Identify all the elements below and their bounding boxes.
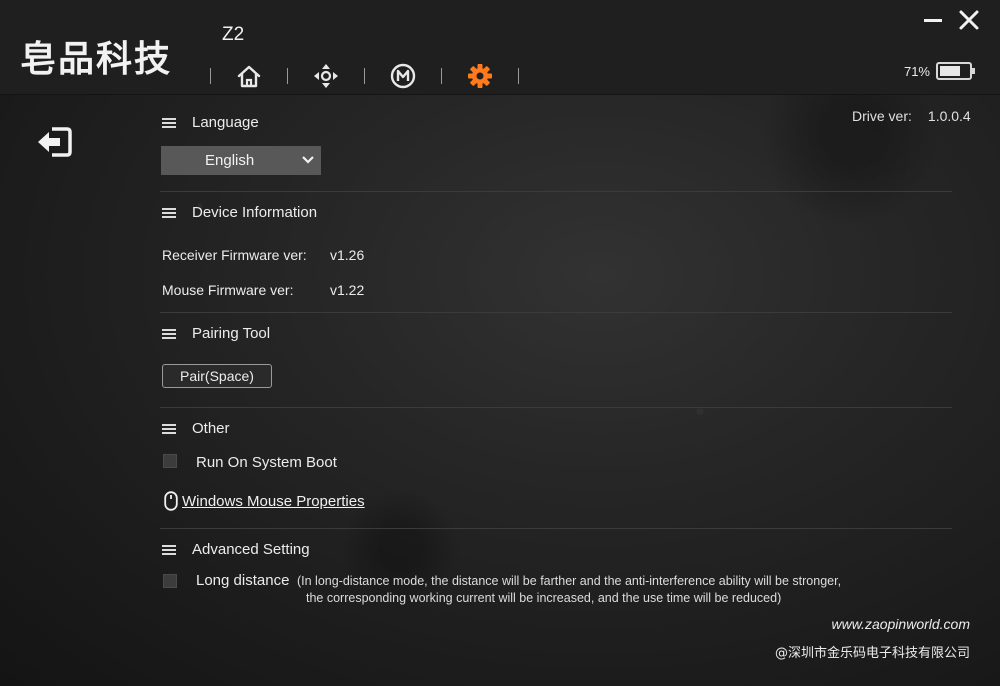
section-other: Other bbox=[162, 420, 230, 437]
list-icon bbox=[162, 328, 176, 339]
battery-indicator: 71% bbox=[903, 62, 975, 80]
long-distance-label: Long distance bbox=[196, 572, 290, 589]
receiver-firmware-value: v1.26 bbox=[330, 247, 365, 263]
battery-tip bbox=[972, 68, 975, 74]
list-icon bbox=[162, 117, 176, 128]
divider bbox=[160, 407, 952, 408]
pair-button[interactable]: Pair(Space) bbox=[162, 364, 272, 388]
section-title: Language bbox=[192, 114, 259, 131]
long-distance-checkbox[interactable] bbox=[163, 574, 177, 588]
driver-version-label: Drive ver: bbox=[852, 108, 912, 124]
language-select[interactable]: English bbox=[161, 146, 321, 175]
section-device-info: Device Information bbox=[162, 204, 317, 221]
copyright-text: @深圳市金乐码电子科技有限公司 bbox=[774, 646, 970, 661]
brand-logo: 皂品科技 bbox=[20, 39, 173, 80]
nav-settings-button[interactable] bbox=[442, 58, 518, 94]
section-title: Device Information bbox=[192, 204, 318, 221]
mouse-firmware-value: v1.22 bbox=[330, 282, 365, 298]
dpad-icon bbox=[314, 64, 338, 88]
language-selected-value: English bbox=[205, 152, 255, 169]
app-window: 皂品科技 Z2 71% Drive ver: 1.0.0.4 Language … bbox=[0, 0, 1000, 686]
main-nav bbox=[210, 58, 519, 94]
battery-fill bbox=[940, 66, 960, 76]
nav-dpad-button[interactable] bbox=[288, 58, 364, 94]
run-on-boot-label: Run On System Boot bbox=[196, 454, 337, 471]
long-distance-note-line: (In long-distance mode, the distance wil… bbox=[297, 574, 842, 588]
section-title: Other bbox=[192, 420, 230, 437]
section-language: Language bbox=[162, 114, 259, 131]
nav-separator bbox=[518, 68, 519, 84]
list-icon bbox=[162, 207, 176, 218]
device-model: Z2 bbox=[222, 24, 245, 45]
divider bbox=[160, 528, 952, 529]
long-distance-note-line: the corresponding working current will b… bbox=[306, 591, 782, 605]
gear-icon bbox=[468, 64, 492, 88]
driver-version: Drive ver: 1.0.0.4 bbox=[852, 108, 971, 124]
nav-macro-button[interactable] bbox=[365, 58, 441, 94]
receiver-firmware-row: Receiver Firmware ver: v1.26 bbox=[162, 247, 364, 263]
divider bbox=[160, 191, 952, 192]
driver-version-value: 1.0.0.4 bbox=[927, 108, 971, 124]
home-icon bbox=[237, 65, 261, 88]
chevron-down-icon bbox=[302, 156, 314, 164]
title-bar: 皂品科技 Z2 71% bbox=[0, 0, 1000, 95]
exit-button[interactable] bbox=[36, 126, 72, 158]
minimize-button[interactable] bbox=[922, 8, 944, 32]
mouse-firmware-label: Mouse Firmware ver: bbox=[162, 282, 294, 298]
section-title: Advanced Setting bbox=[192, 541, 310, 558]
mouse-icon bbox=[164, 491, 178, 511]
section-title: Pairing Tool bbox=[192, 325, 271, 342]
receiver-firmware-label: Receiver Firmware ver: bbox=[162, 247, 307, 263]
battery-icon bbox=[936, 62, 975, 80]
window-controls bbox=[922, 8, 980, 32]
battery-percent: 71% bbox=[903, 63, 930, 79]
windows-mouse-properties-text: Windows Mouse Properties bbox=[182, 492, 365, 510]
minimize-icon bbox=[924, 19, 942, 22]
website-text: www.zaopinworld.com bbox=[831, 616, 971, 632]
list-icon bbox=[162, 544, 176, 555]
section-pairing: Pairing Tool bbox=[162, 325, 270, 342]
macro-m-icon bbox=[390, 63, 416, 89]
long-distance-note: (In long-distance mode, the distance wil… bbox=[297, 573, 897, 607]
divider bbox=[160, 312, 952, 313]
close-icon bbox=[959, 10, 979, 30]
mouse-firmware-row: Mouse Firmware ver: v1.22 bbox=[162, 282, 364, 298]
nav-home-button[interactable] bbox=[211, 58, 287, 94]
section-advanced: Advanced Setting bbox=[162, 541, 310, 558]
list-icon bbox=[162, 423, 176, 434]
close-button[interactable] bbox=[958, 8, 980, 32]
run-on-boot-checkbox[interactable] bbox=[163, 454, 177, 468]
windows-mouse-properties-link[interactable]: Windows Mouse Properties bbox=[164, 491, 365, 511]
exit-icon bbox=[38, 127, 72, 157]
